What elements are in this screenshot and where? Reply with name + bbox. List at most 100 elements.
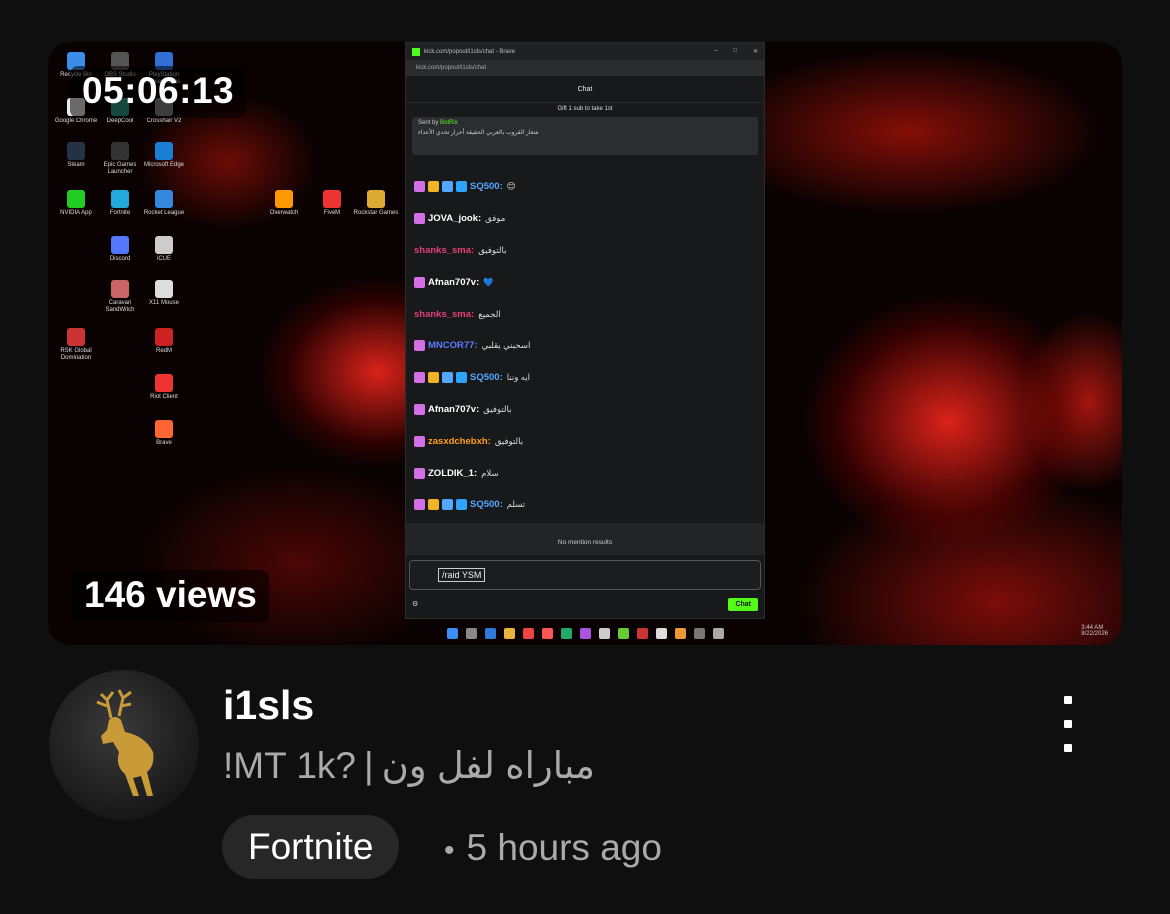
chat-message: shanks_sma: الجميع: [414, 298, 756, 330]
chat-message-text: موفق: [485, 213, 506, 224]
chat-username: Afnan707v: [428, 403, 477, 415]
desktop-icon-label: Riot Client: [150, 394, 178, 400]
chat-badge-icon: [428, 181, 439, 193]
chat-message-text: ايه وننا: [506, 372, 531, 383]
chat-message-text: اسحبني يقلبي: [481, 340, 531, 351]
url-bar: kick.com/popout/i1sls/chat: [406, 60, 764, 76]
chat-message: JOVA_jook: موفق: [414, 203, 756, 235]
chat-username: shanks_sma: [414, 308, 472, 320]
desktop-icon: Riot Client: [138, 374, 190, 401]
chat-username: SQ500: [470, 372, 500, 384]
desktop-icon: Rockstar Games: [350, 190, 402, 217]
upload-time: • 5 hours ago: [444, 827, 662, 869]
game-chip[interactable]: Fortnite: [222, 815, 400, 879]
desktop-icon-label: Rocket League: [143, 210, 185, 216]
chat-colon: :: [487, 435, 491, 447]
chat-popout-window: kick.com/popout/i1sls/chat - Brave – □ ✕ k…: [405, 42, 765, 619]
desktop-app-icon: [67, 142, 85, 160]
chat-badge-icon: [428, 372, 439, 384]
chat-colon: :: [499, 372, 503, 384]
desktop-icon-label: X11 Mouse: [149, 300, 179, 306]
desktop-icon: X11 Mouse: [138, 280, 190, 307]
chat-colon: :: [474, 340, 478, 352]
chat-header: Chat: [406, 76, 764, 103]
chat-colon: :: [473, 467, 478, 479]
desktop-icon: Brave: [138, 420, 190, 447]
pinned-sender-name: BotRix: [440, 120, 458, 126]
chat-message-text: 😊: [506, 181, 516, 192]
window-title: kick.com/popout/i1sls/chat - Brave: [424, 48, 516, 55]
chat-footer: ⚙ Chat: [412, 594, 758, 614]
chat-message: Afnan707v: 💙: [414, 266, 756, 298]
desktop-icon-label: Microsoft Edge: [143, 162, 185, 168]
pinned-sent-label: Sent by: [418, 120, 439, 126]
chat-colon: :: [476, 403, 480, 415]
windows-taskbar: [48, 622, 1122, 645]
chat-colon: :: [476, 276, 480, 288]
chat-message-text: 💙: [483, 276, 494, 287]
desktop-icon: RSK Global Domination: [50, 328, 102, 362]
chat-colon: :: [499, 499, 503, 511]
system-tray: 3:44 AM 8/22/2026: [1081, 625, 1108, 637]
desktop-icon-label: RedM: [155, 348, 172, 354]
chat-badge-icon: [414, 499, 425, 511]
desktop-app-icon: [155, 420, 173, 438]
url-text: kick.com/popout/i1sls/chat: [416, 65, 487, 71]
duration-badge: 05:06:13: [70, 66, 247, 118]
desktop-app-icon: [155, 280, 173, 298]
chat-username: Afnan707v: [428, 276, 477, 288]
desktop-app-icon: [155, 374, 173, 392]
chat-colon: :: [471, 244, 475, 256]
desktop-icon-label: RSK Global Domination: [60, 348, 92, 361]
chat-message: ZOLDIK_1: سلام: [414, 457, 756, 489]
desktop-app-icon: [111, 190, 129, 208]
chat-input-value: /raid YSM: [438, 568, 486, 582]
chat-badge-icon: [414, 435, 425, 447]
chat-message-text: الجميع: [478, 308, 501, 319]
chat-badge-icon: [456, 372, 467, 384]
desktop-icon-label: Crosshair V2: [146, 118, 182, 124]
chat-badge-icon: [414, 213, 425, 225]
chat-message: SQ500: 😊: [414, 171, 756, 203]
video-title[interactable]: !MT 1k? | مباراه لفل ون: [223, 744, 595, 787]
desktop-icon-label: Overwatch: [269, 210, 299, 216]
mention-results: No mention results: [406, 523, 764, 555]
video-title-part1: !MT 1k?: [223, 745, 356, 786]
browser-titlebar: kick.com/popout/i1sls/chat - Brave – □ ✕: [406, 43, 764, 60]
video-title-part2: مباراه لفل ون: [381, 745, 595, 786]
gift-banner: Gift 1 sub to take 1st: [406, 103, 764, 115]
desktop-icon-label: Rockstar Games: [353, 210, 399, 216]
desktop-app-icon: [155, 328, 173, 346]
channel-avatar[interactable]: [49, 670, 199, 820]
chat-send-button: Chat: [728, 597, 758, 611]
desktop-icon: Overwatch: [258, 190, 310, 217]
chat-settings-icon: ⚙: [412, 601, 419, 608]
desktop-app-icon: [111, 280, 129, 298]
chat-input: /raid YSM: [409, 560, 761, 590]
chat-badge-icon: [442, 181, 453, 193]
chat-username: ZOLDIK_1: [428, 467, 474, 479]
meta-dot: •: [444, 834, 455, 867]
chat-colon: :: [477, 213, 482, 225]
stag-logo-icon: [96, 689, 154, 796]
chat-message: SQ500: ايه وننا: [414, 362, 756, 394]
chat-message-list: SQ500: 😊 JOVA_jook: موفق shanks_sma: بالتوفيق…: [414, 171, 756, 521]
title-separator: |: [363, 745, 374, 786]
chat-badge-icon: [414, 276, 425, 288]
chat-badge-icon: [414, 403, 425, 415]
desktop-app-icon: [155, 142, 173, 160]
channel-name[interactable]: i1sls: [223, 682, 314, 729]
mention-results-text: No mention results: [557, 539, 613, 546]
chat-message: zasxdchebxh: بالتوفيق: [414, 425, 756, 457]
desktop-app-icon: [155, 236, 173, 254]
more-options-icon[interactable]: [1052, 696, 1084, 752]
chat-message: MNCOR77: اسحبني يقلبي: [414, 330, 756, 362]
chat-message-text: بالتوفيق: [478, 244, 507, 255]
chat-username: JOVA_jook: [428, 213, 478, 225]
chat-badge-icon: [442, 499, 453, 511]
chat-username: zasxdchebxh: [428, 435, 488, 447]
desktop-app-icon: [67, 190, 85, 208]
video-thumbnail[interactable]: Recycle BinOBS StudioPlayStation Accesso…: [48, 42, 1122, 645]
window-controls: – □ ✕: [714, 48, 758, 55]
chat-username: SQ500: [470, 499, 500, 511]
